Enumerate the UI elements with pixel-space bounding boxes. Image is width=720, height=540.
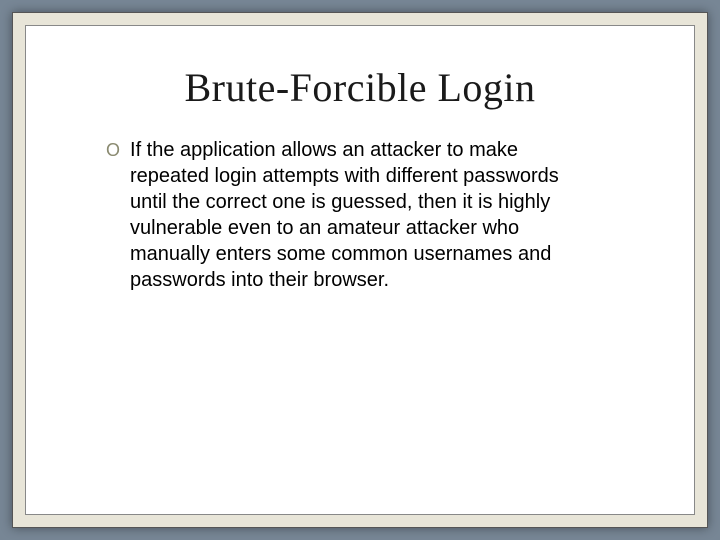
- slide-title: Brute-Forcible Login: [86, 64, 634, 111]
- bullet-marker-icon: O: [106, 137, 120, 163]
- bullet-item: O If the application allows an attacker …: [86, 137, 634, 293]
- slide-content: Brute-Forcible Login O If the applicatio…: [25, 25, 695, 515]
- bullet-text: If the application allows an attacker to…: [130, 137, 570, 293]
- slide-outer-frame: Brute-Forcible Login O If the applicatio…: [12, 12, 708, 528]
